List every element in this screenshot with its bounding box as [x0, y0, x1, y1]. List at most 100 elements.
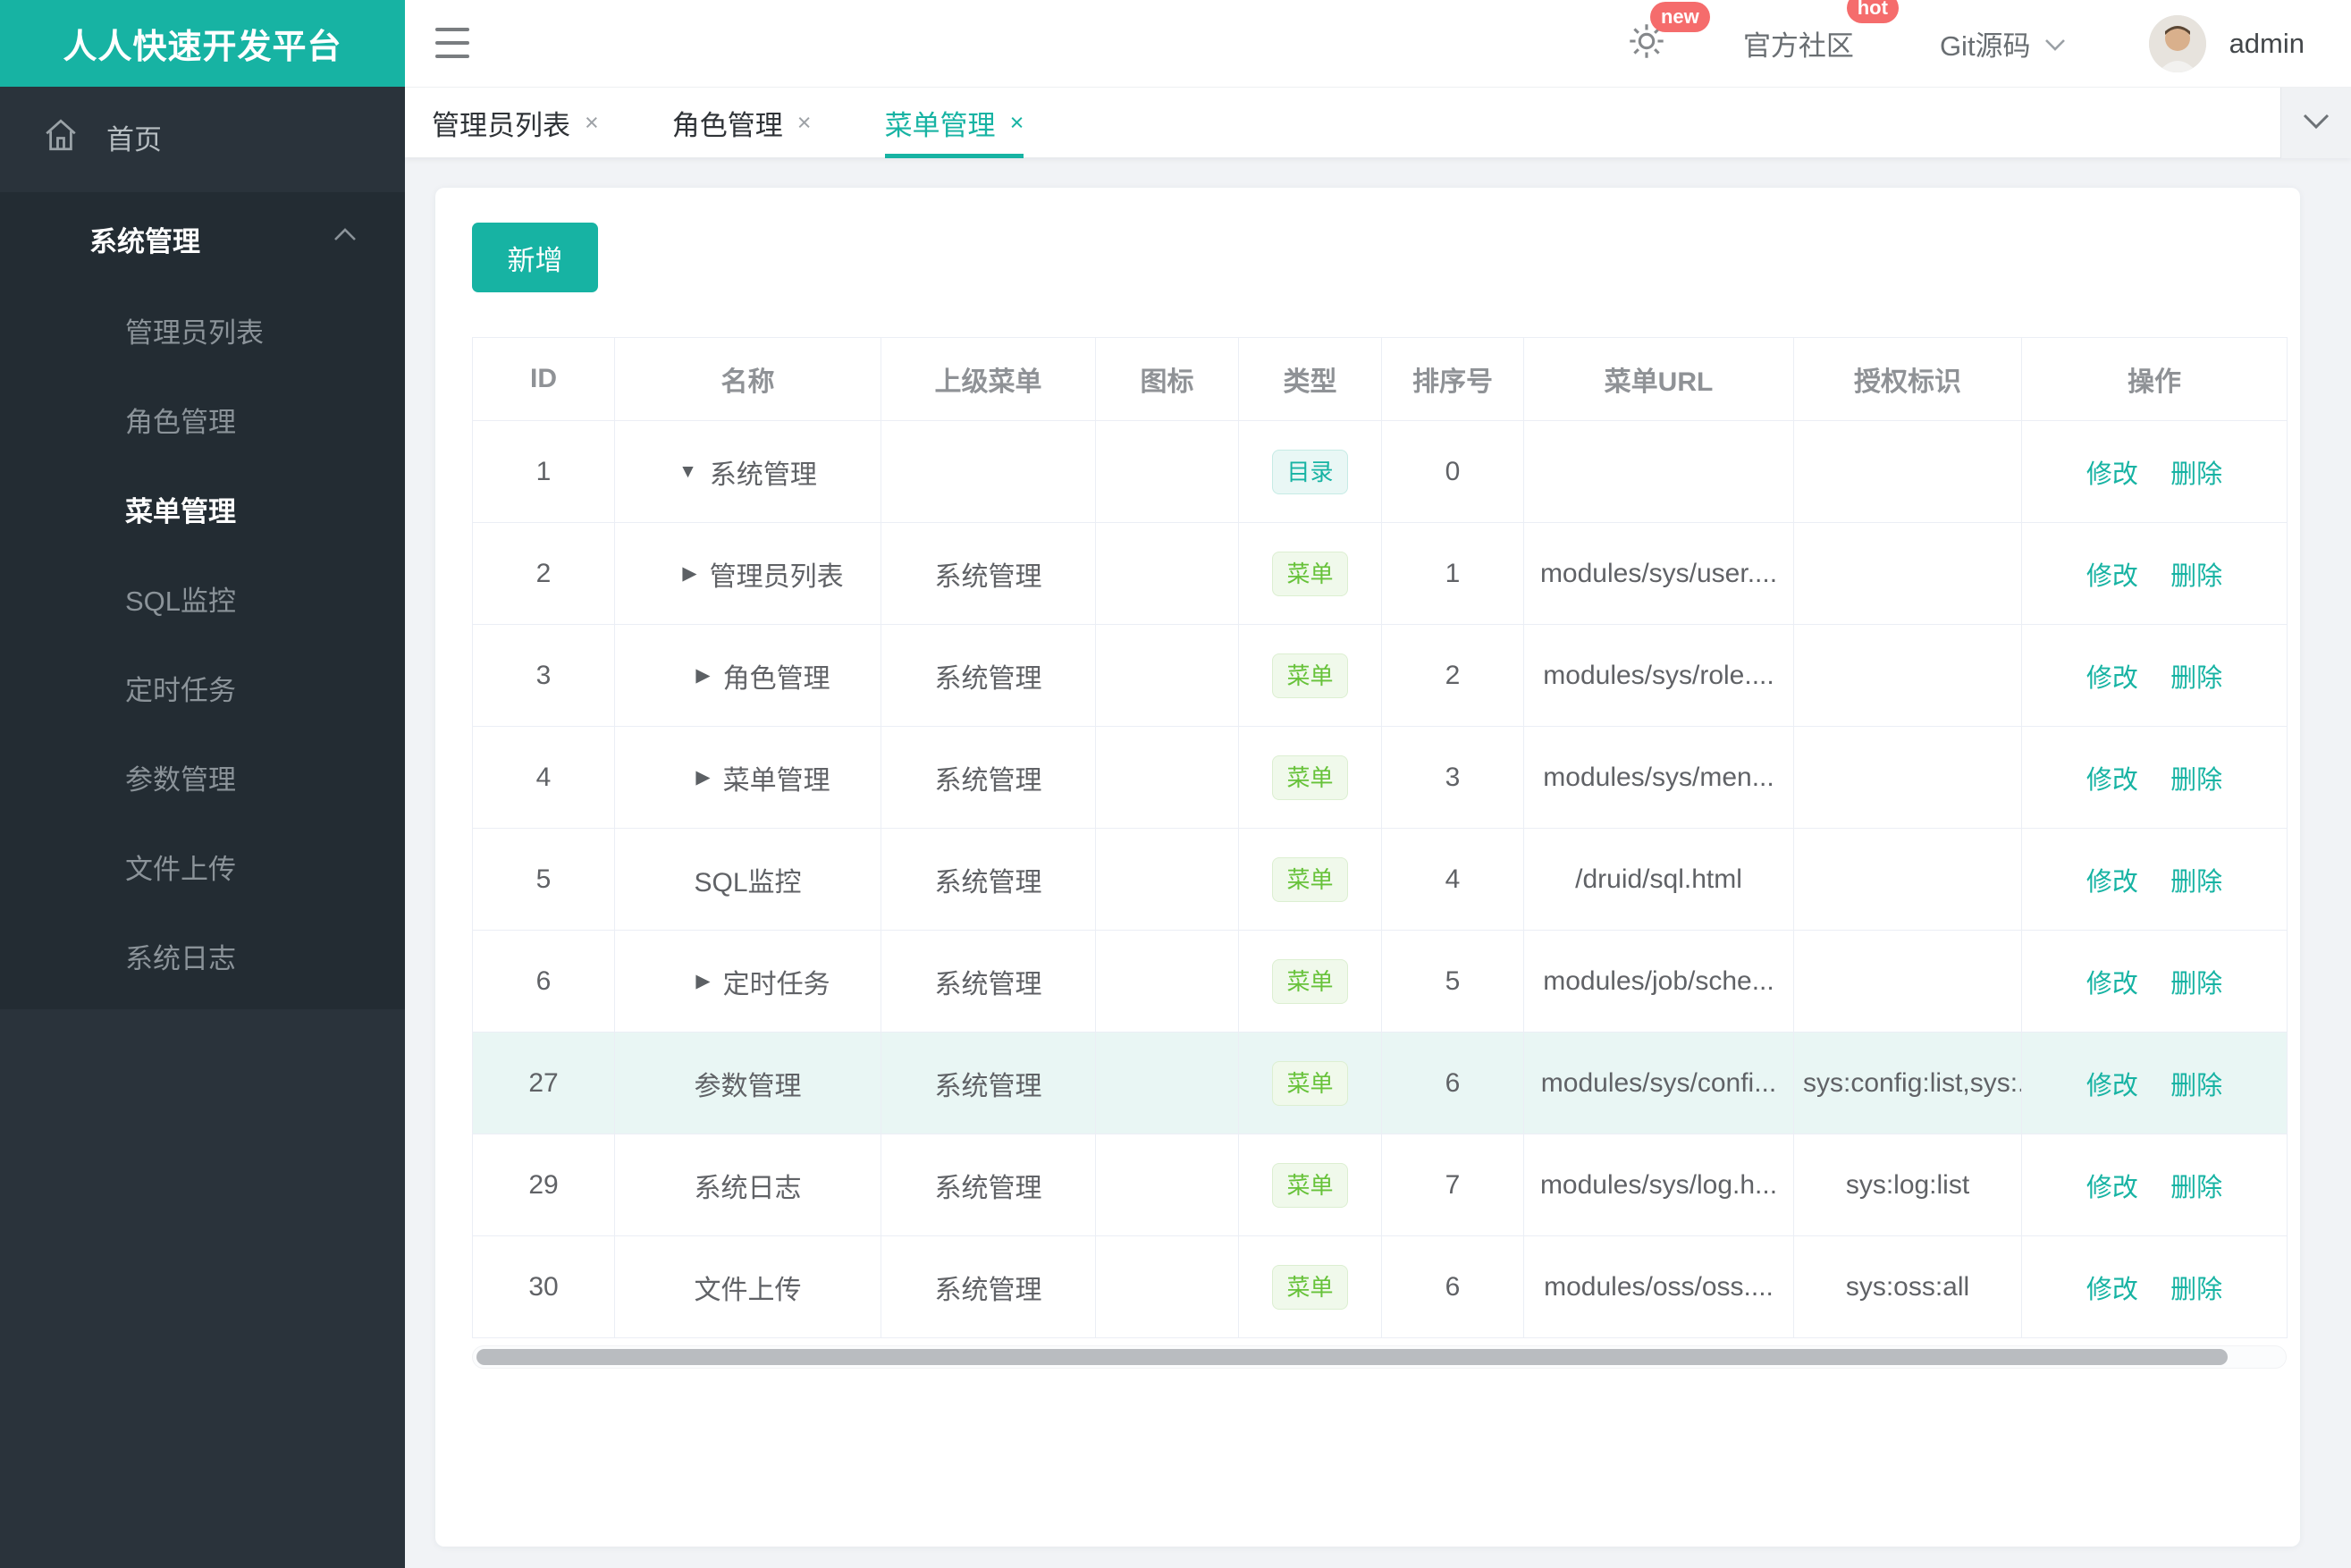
sidebar-item-scheduled-tasks[interactable]: 定时任务 [0, 643, 405, 732]
sidebar-item-admin-list[interactable]: 管理员列表 [0, 285, 405, 375]
git-source-link[interactable]: Git源码 [1940, 23, 2067, 63]
edit-link[interactable]: 修改 [2086, 460, 2138, 489]
sidebar: 首页 系统管理 管理员列表 角色管理 菜单管理 SQL监控 定时任务 参数管理 … [0, 87, 405, 1568]
col-header-actions: 操作 [2021, 337, 2288, 421]
close-icon[interactable]: × [797, 109, 812, 137]
user-avatar[interactable] [2148, 14, 2206, 72]
edit-link[interactable]: 修改 [2086, 766, 2138, 795]
horizontal-scrollbar [472, 1345, 2287, 1369]
delete-link[interactable]: 删除 [2170, 664, 2222, 693]
table-row: 30 文件上传 系统管理 菜单 6 modules/oss/oss.... sy… [472, 1235, 2288, 1338]
cell-perms [1793, 930, 2022, 1033]
community-link[interactable]: 官方社区 hot [1743, 0, 1899, 63]
cell-actions: 修改 删除 [2021, 624, 2288, 727]
sidebar-item-file-upload[interactable]: 文件上传 [0, 822, 405, 911]
cell-parent: 系统管理 [881, 726, 1096, 829]
sidebar-group-header[interactable]: 系统管理 [0, 192, 405, 285]
cell-order: 1 [1381, 522, 1524, 625]
cell-perms: sys:log:list [1793, 1134, 2022, 1236]
col-header-url: 菜单URL [1523, 337, 1794, 421]
cell-id: 6 [472, 930, 615, 1033]
cell-icon [1095, 1235, 1239, 1338]
edit-link[interactable]: 修改 [2086, 1174, 2138, 1202]
delete-link[interactable]: 删除 [2170, 766, 2222, 795]
settings-gear-button[interactable]: new [1627, 2, 1710, 65]
menu-table: ID 名称 上级菜单 图标 类型 排序号 菜单URL 授权标识 操作 1 ▼ 系… [472, 337, 2288, 1338]
cell-url: modules/sys/role.... [1523, 624, 1794, 727]
cell-type: 菜单 [1238, 1032, 1382, 1134]
cell-parent: 系统管理 [881, 624, 1096, 727]
close-icon[interactable]: × [1010, 109, 1024, 137]
sidebar-item-role-management[interactable]: 角色管理 [0, 375, 405, 464]
delete-link[interactable]: 删除 [2170, 1072, 2222, 1100]
close-icon[interactable]: × [585, 109, 599, 137]
chevron-down-icon [2301, 111, 2331, 135]
cell-parent [881, 420, 1096, 523]
cell-id: 4 [472, 726, 615, 829]
scrollbar-thumb[interactable] [476, 1349, 2229, 1365]
cell-order: 0 [1381, 420, 1524, 523]
delete-link[interactable]: 删除 [2170, 1276, 2222, 1304]
edit-link[interactable]: 修改 [2086, 562, 2138, 591]
cell-name: ▶ 管理员列表 [614, 522, 881, 625]
delete-link[interactable]: 删除 [2170, 460, 2222, 489]
cell-type: 菜单 [1238, 1134, 1382, 1236]
app-logo: 人人快速开发平台 [0, 0, 405, 87]
hot-badge: hot [1846, 0, 1899, 23]
cell-parent: 系统管理 [881, 1235, 1096, 1338]
tree-arrow-icon[interactable]: ▶ [695, 766, 710, 788]
cell-order: 2 [1381, 624, 1524, 727]
sidebar-item-menu-management[interactable]: 菜单管理 [0, 464, 405, 553]
cell-url [1523, 420, 1794, 523]
tabs-dropdown-button[interactable] [2280, 88, 2351, 158]
delete-link[interactable]: 删除 [2170, 970, 2222, 999]
col-header-type: 类型 [1238, 337, 1382, 421]
cell-url: modules/job/sche... [1523, 930, 1794, 1033]
cell-id: 27 [472, 1032, 615, 1134]
cell-name: 参数管理 [614, 1032, 881, 1134]
edit-link[interactable]: 修改 [2086, 970, 2138, 999]
username-label[interactable]: admin [2229, 28, 2305, 60]
cell-url: modules/sys/men... [1523, 726, 1794, 829]
col-header-name: 名称 [614, 337, 881, 421]
sidebar-item-system-log[interactable]: 系统日志 [0, 911, 405, 1000]
col-header-icon: 图标 [1095, 337, 1239, 421]
tree-arrow-icon[interactable]: ▶ [695, 664, 710, 687]
cell-parent: 系统管理 [881, 522, 1096, 625]
tab-role-management[interactable]: 角色管理 × [672, 88, 812, 158]
delete-link[interactable]: 删除 [2170, 868, 2222, 897]
cell-id: 29 [472, 1134, 615, 1236]
home-icon [42, 116, 80, 158]
edit-link[interactable]: 修改 [2086, 1072, 2138, 1100]
cell-id: 3 [472, 624, 615, 727]
tree-arrow-icon[interactable]: ▶ [682, 562, 696, 585]
sidebar-item-sql-monitor[interactable]: SQL监控 [0, 553, 405, 643]
cell-type: 菜单 [1238, 624, 1382, 727]
edit-link[interactable]: 修改 [2086, 1276, 2138, 1304]
cell-parent: 系统管理 [881, 828, 1096, 931]
edit-link[interactable]: 修改 [2086, 868, 2138, 897]
hamburger-menu-icon[interactable] [435, 28, 469, 58]
tree-arrow-icon[interactable]: ▼ [678, 461, 697, 483]
tab-admin-list[interactable]: 管理员列表 × [432, 88, 599, 158]
edit-link[interactable]: 修改 [2086, 664, 2138, 693]
tab-menu-management[interactable]: 菜单管理 × [884, 88, 1024, 158]
table-row: 3 ▶ 角色管理 系统管理 菜单 2 modules/sys/role.... … [472, 624, 2288, 727]
sidebar-item-home[interactable]: 首页 [0, 87, 405, 187]
col-header-id: ID [472, 337, 615, 421]
content-panel: 新增 ID 名称 上级菜单 图标 类型 排序号 菜单URL 授权标识 操作 1 … [435, 188, 2300, 1547]
table-header-row: ID 名称 上级菜单 图标 类型 排序号 菜单URL 授权标识 操作 [472, 337, 2288, 421]
cell-type: 目录 [1238, 420, 1382, 523]
tree-arrow-icon[interactable]: ▶ [695, 970, 710, 992]
delete-link[interactable]: 删除 [2170, 1174, 2222, 1202]
cell-id: 5 [472, 828, 615, 931]
add-button[interactable]: 新增 [472, 223, 598, 292]
sidebar-item-parameter-management[interactable]: 参数管理 [0, 732, 405, 822]
cell-perms: sys:config:list,sys:.. [1793, 1032, 2022, 1134]
cell-url: modules/sys/log.h... [1523, 1134, 1794, 1236]
table-row: 1 ▼ 系统管理 目录 0 修改 删除 [472, 420, 2288, 523]
delete-link[interactable]: 删除 [2170, 562, 2222, 591]
cell-order: 5 [1381, 930, 1524, 1033]
cell-actions: 修改 删除 [2021, 1032, 2288, 1134]
cell-url: /druid/sql.html [1523, 828, 1794, 931]
